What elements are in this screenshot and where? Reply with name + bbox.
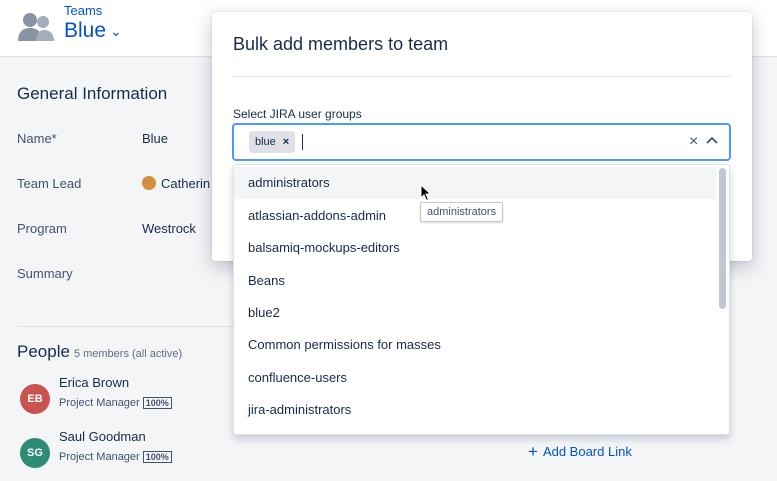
modal-title: Bulk add members to team — [233, 34, 449, 54]
dropdown-option[interactable]: blue2 — [234, 297, 716, 329]
team-lead-name: Catherin — [161, 176, 211, 191]
dropdown-scrollbar[interactable] — [719, 168, 726, 309]
modal-divider — [233, 76, 731, 77]
member-role: Project Manager 100% — [59, 397, 172, 409]
chevron-down-icon: ⌄ — [110, 22, 122, 39]
people-title: People 5 members (all active) — [17, 342, 182, 362]
avatar: EB — [20, 384, 50, 414]
add-board-link-button[interactable]: + Add Board Link — [528, 442, 632, 462]
member-role-text: Project Manager — [59, 397, 140, 409]
team-icon — [18, 13, 54, 41]
field-value-program[interactable]: Westrock — [142, 221, 196, 236]
selected-group-chip: blue × — [249, 131, 296, 153]
allocation-badge: 100% — [142, 397, 172, 409]
text-caret — [302, 134, 303, 150]
general-info-title: General Information — [17, 84, 168, 103]
chevron-up-icon[interactable] — [706, 135, 718, 147]
user-groups-select[interactable]: blue × × — [233, 124, 730, 160]
avatar — [142, 176, 156, 190]
dropdown-option[interactable]: Common permissions for masses — [234, 329, 716, 361]
mouse-cursor-icon — [420, 184, 432, 202]
chip-label: blue — [255, 136, 276, 148]
avatar: SG — [20, 438, 50, 468]
field-label-summary: Summary — [17, 266, 73, 281]
clear-icon[interactable]: × — [689, 133, 698, 151]
member-role-text: Project Manager — [59, 451, 140, 463]
member-name: Saul Goodman — [59, 429, 146, 444]
dropdown-option[interactable]: Beans — [234, 265, 716, 297]
member-role: Project Manager 100% — [59, 451, 172, 463]
chip-remove-icon[interactable]: × — [283, 131, 289, 153]
team-name: Blue — [64, 19, 107, 42]
breadcrumb-teams[interactable]: Teams — [64, 3, 102, 18]
dropdown-option[interactable]: balsamiq-mockups-editors — [234, 232, 716, 264]
member-name: Erica Brown — [59, 375, 130, 390]
field-value-name[interactable]: Blue — [142, 131, 168, 146]
dropdown-option[interactable]: jira-administrators — [234, 394, 716, 426]
field-value-team-lead[interactable]: Catherin — [142, 176, 210, 191]
field-label-name: Name* — [17, 131, 57, 146]
plus-icon: + — [528, 442, 538, 461]
dropdown-option[interactable]: confluence-users — [234, 362, 716, 394]
field-label-program: Program — [17, 221, 67, 236]
option-tooltip: administrators — [420, 202, 504, 222]
user-groups-label: Select JIRA user groups — [233, 107, 362, 121]
allocation-badge: 100% — [142, 451, 172, 463]
section-divider — [17, 326, 247, 327]
dropdown-option[interactable]: administrators — [234, 167, 716, 199]
people-heading: People — [17, 342, 70, 361]
field-label-team-lead: Team Lead — [17, 176, 82, 191]
team-selector[interactable]: Blue ⌄ — [64, 19, 122, 43]
add-board-label: Add Board Link — [542, 444, 632, 459]
people-subtitle: 5 members (all active) — [73, 348, 183, 360]
